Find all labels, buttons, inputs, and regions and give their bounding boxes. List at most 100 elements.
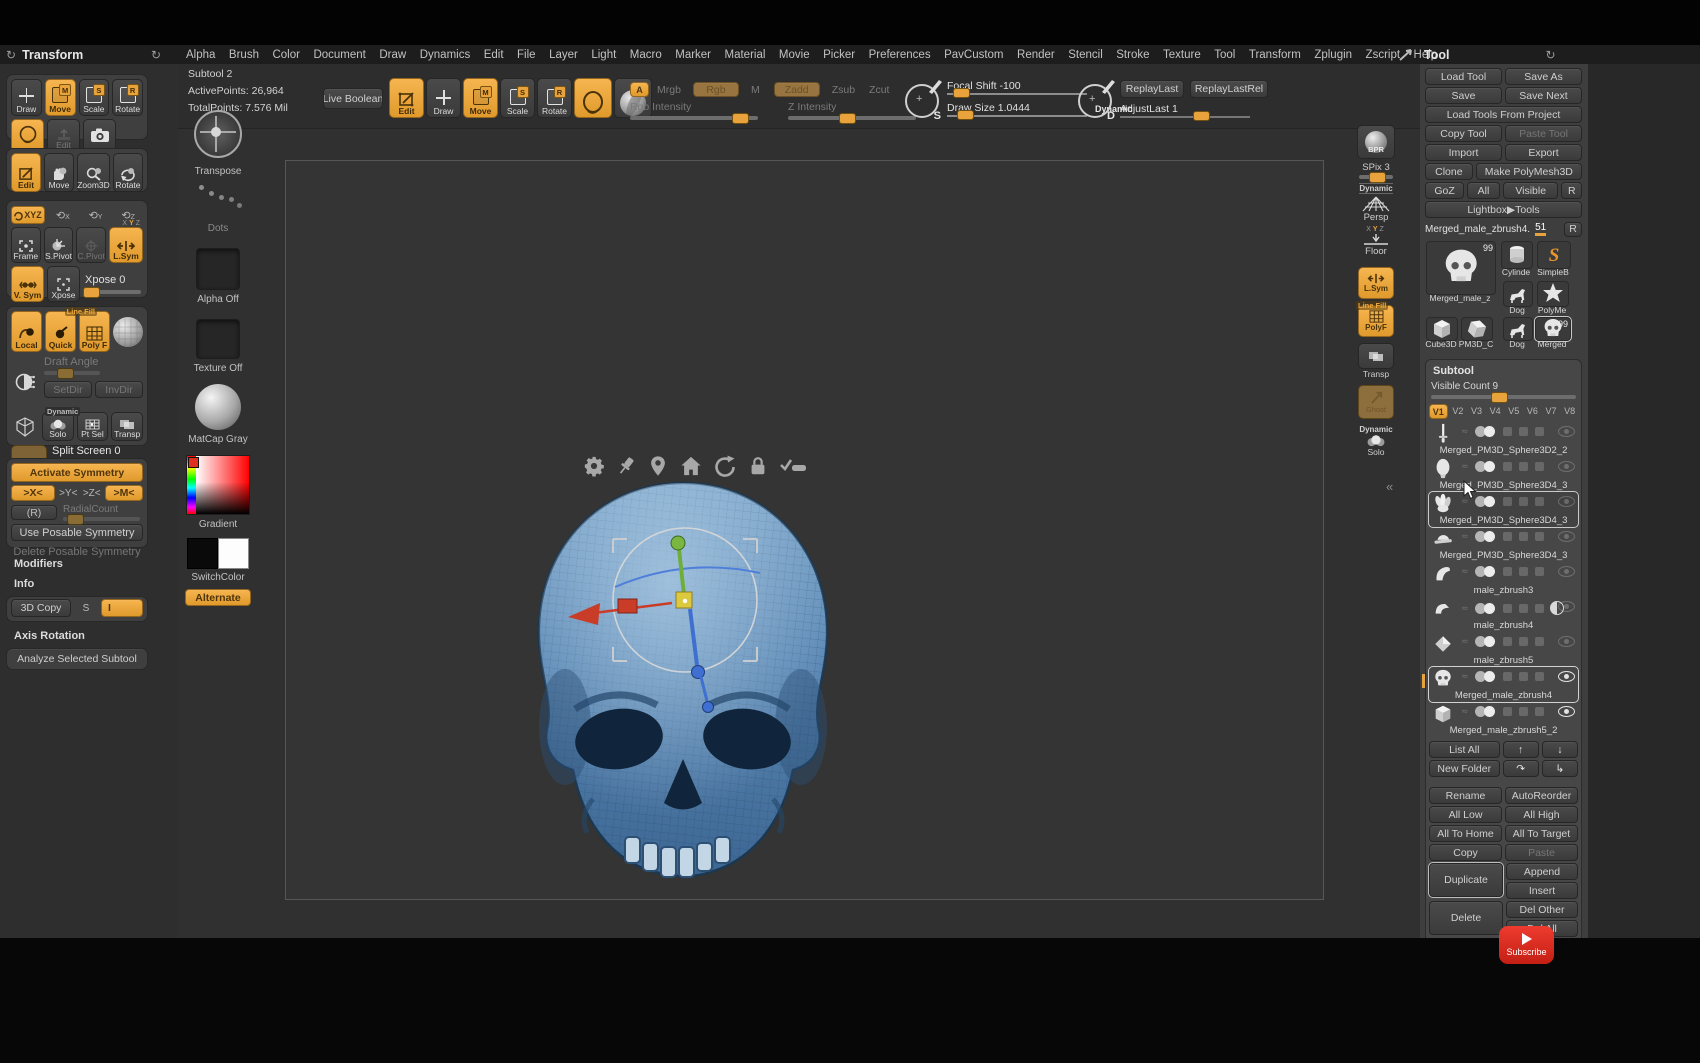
texture-slot[interactable] [196,319,240,359]
palette-scale-button[interactable]: SScale [79,79,110,116]
polypaint-toggle[interactable] [1475,461,1497,472]
tool-thumb-merged-male-z[interactable]: 99 [1426,241,1496,295]
nav-rotate-button[interactable]: Rotate [113,153,143,192]
lightbox-tools-button[interactable]: Lightbox▶Tools [1425,201,1582,218]
solo-icon[interactable] [1366,435,1386,447]
move-down-button[interactable]: ↓ [1542,741,1578,758]
menu-dynamics[interactable]: Dynamics [420,49,470,61]
subtool-title[interactable]: Subtool [1433,365,1578,377]
mrgb-button[interactable]: Mrgb [657,84,681,96]
menu-edit[interactable]: Edit [484,49,504,61]
nav-move-button[interactable]: Move [44,153,74,192]
stroke-dots-icon[interactable] [193,177,243,223]
rgb-intensity-slider[interactable] [630,116,758,120]
subtool-row[interactable]: ≂male_zbrush3 [1429,562,1578,597]
visibility-eye-icon[interactable] [1558,496,1575,507]
backface-icon[interactable] [11,356,41,408]
polyframe-button[interactable]: Poly F [79,311,110,352]
menu-stroke[interactable]: Stroke [1116,49,1149,61]
stroke-lasso-button[interactable] [574,78,612,118]
subtool-row[interactable]: ≂Merged_male_zbrush5_2 [1429,702,1578,737]
i-toggle[interactable]: I [101,599,143,617]
fork-arrow-button[interactable]: ↳ [1542,760,1578,777]
subtool-row[interactable]: ≂Merged_PM3D_Sphere3D4_3 [1429,492,1578,527]
subtool-tab-v1[interactable]: V1 [1429,404,1448,419]
all-to-home-button[interactable]: All To Home [1429,825,1502,842]
transpose-gizmo[interactable] [560,515,820,725]
tool-thumb-simpleb[interactable]: S [1537,241,1571,269]
polypaint-toggle[interactable] [1475,426,1497,437]
save-as-button[interactable]: Save As [1505,68,1582,85]
subtool-row[interactable]: ≂Merged_PM3D_Sphere3D4_3 [1429,457,1578,492]
info-section-label[interactable]: Info [14,578,34,590]
polypaint-toggle[interactable] [1475,531,1497,542]
move-mode-button[interactable]: MMove [463,78,498,118]
replay-last-rel-button[interactable]: ReplayLastRel [1190,80,1268,98]
frame-button[interactable]: Frame [11,227,41,263]
polypaint-toggle[interactable] [1475,706,1497,717]
menu-macro[interactable]: Macro [630,49,662,61]
subtool-row[interactable]: ≂Merged_PM3D_Sphere3D4_3 [1429,527,1578,562]
paste-tool-button[interactable]: Paste Tool [1505,125,1582,142]
palette-move-button[interactable]: MMove [45,79,76,116]
polypaint-toggle[interactable] [1475,603,1497,614]
nav-zoom3d-button[interactable]: Zoom3D [77,153,110,192]
radial-count-slider[interactable] [63,517,140,521]
main-color-well[interactable] [187,538,218,569]
live-boolean-button[interactable]: Live Boolean [323,88,383,109]
palette-rotate-button[interactable]: RRotate [112,79,143,116]
subtool-tab-v4[interactable]: V4 [1487,404,1504,417]
lock-icon[interactable] [747,455,769,477]
transparency-button[interactable]: Transp [111,412,143,441]
gear-icon[interactable] [583,455,605,477]
subtool-tab-v2[interactable]: V2 [1450,404,1467,417]
subtool-tab-v8[interactable]: V8 [1561,404,1578,417]
delete-button[interactable]: Delete [1429,901,1503,935]
subtool-tab-v6[interactable]: V6 [1524,404,1541,417]
hook-icon[interactable] [1398,48,1414,62]
load-tool-button[interactable]: Load Tool [1425,68,1502,85]
matcap-slot[interactable] [195,384,241,430]
insert-button[interactable]: Insert [1506,882,1578,899]
copy-button[interactable]: Copy [1429,844,1502,861]
spix-slider[interactable] [1359,175,1393,179]
menu-zscript[interactable]: Zscript [1366,49,1401,61]
solo-button[interactable]: Solo [42,412,74,441]
persp-icon[interactable] [1361,196,1391,212]
quick-mode-button[interactable]: Quick [45,311,76,352]
list-all-button[interactable]: List All [1429,741,1500,758]
draw-size-slider[interactable]: Draw Size 1.0444 [947,102,1087,117]
menu-tool[interactable]: Tool [1214,49,1235,61]
visibility-eye-icon[interactable] [1558,531,1575,542]
menu-color[interactable]: Color [272,49,299,61]
load-tools-from-project-button[interactable]: Load Tools From Project [1425,106,1582,123]
gizmo-green-handle[interactable] [671,536,685,550]
radial-button[interactable]: (R) [11,505,57,520]
all-high-button[interactable]: All High [1505,806,1578,823]
alpha-slot[interactable] [196,248,240,290]
rotate-x-button[interactable]: ⟲X [48,209,78,222]
bpr-button[interactable]: BPR [1357,125,1395,159]
clone-button[interactable]: Clone [1425,163,1473,180]
rotate-reset-icon[interactable] [713,454,737,478]
xpose-amount-slider[interactable] [85,290,141,294]
menu-movie[interactable]: Movie [779,49,810,61]
subscribe-button[interactable]: Subscribe [1499,926,1554,964]
axis-rotation-label[interactable]: Axis Rotation [14,630,85,642]
menu-preferences[interactable]: Preferences [869,49,931,61]
menu-picker[interactable]: Picker [823,49,855,61]
menu-texture[interactable]: Texture [1163,49,1201,61]
paste-button[interactable]: Paste [1505,844,1578,861]
pin-icon[interactable] [615,455,637,477]
anchor-a-button[interactable]: A [630,82,649,97]
location-pin-icon[interactable] [647,455,669,477]
duplicate-button[interactable]: Duplicate [1429,863,1503,897]
goz-button[interactable]: GoZ [1425,182,1464,199]
local-symmetry-button[interactable]: L.Sym [109,227,143,263]
export-button[interactable]: Export [1505,144,1582,161]
set-pivot-button[interactable]: S.Pivot [44,227,74,263]
menu-pavcustom[interactable]: PavCustom [944,49,1003,61]
tool-r-button[interactable]: R [1564,222,1582,237]
menu-alpha[interactable]: Alpha [186,49,215,61]
visible-button[interactable]: Visible [1503,182,1559,199]
